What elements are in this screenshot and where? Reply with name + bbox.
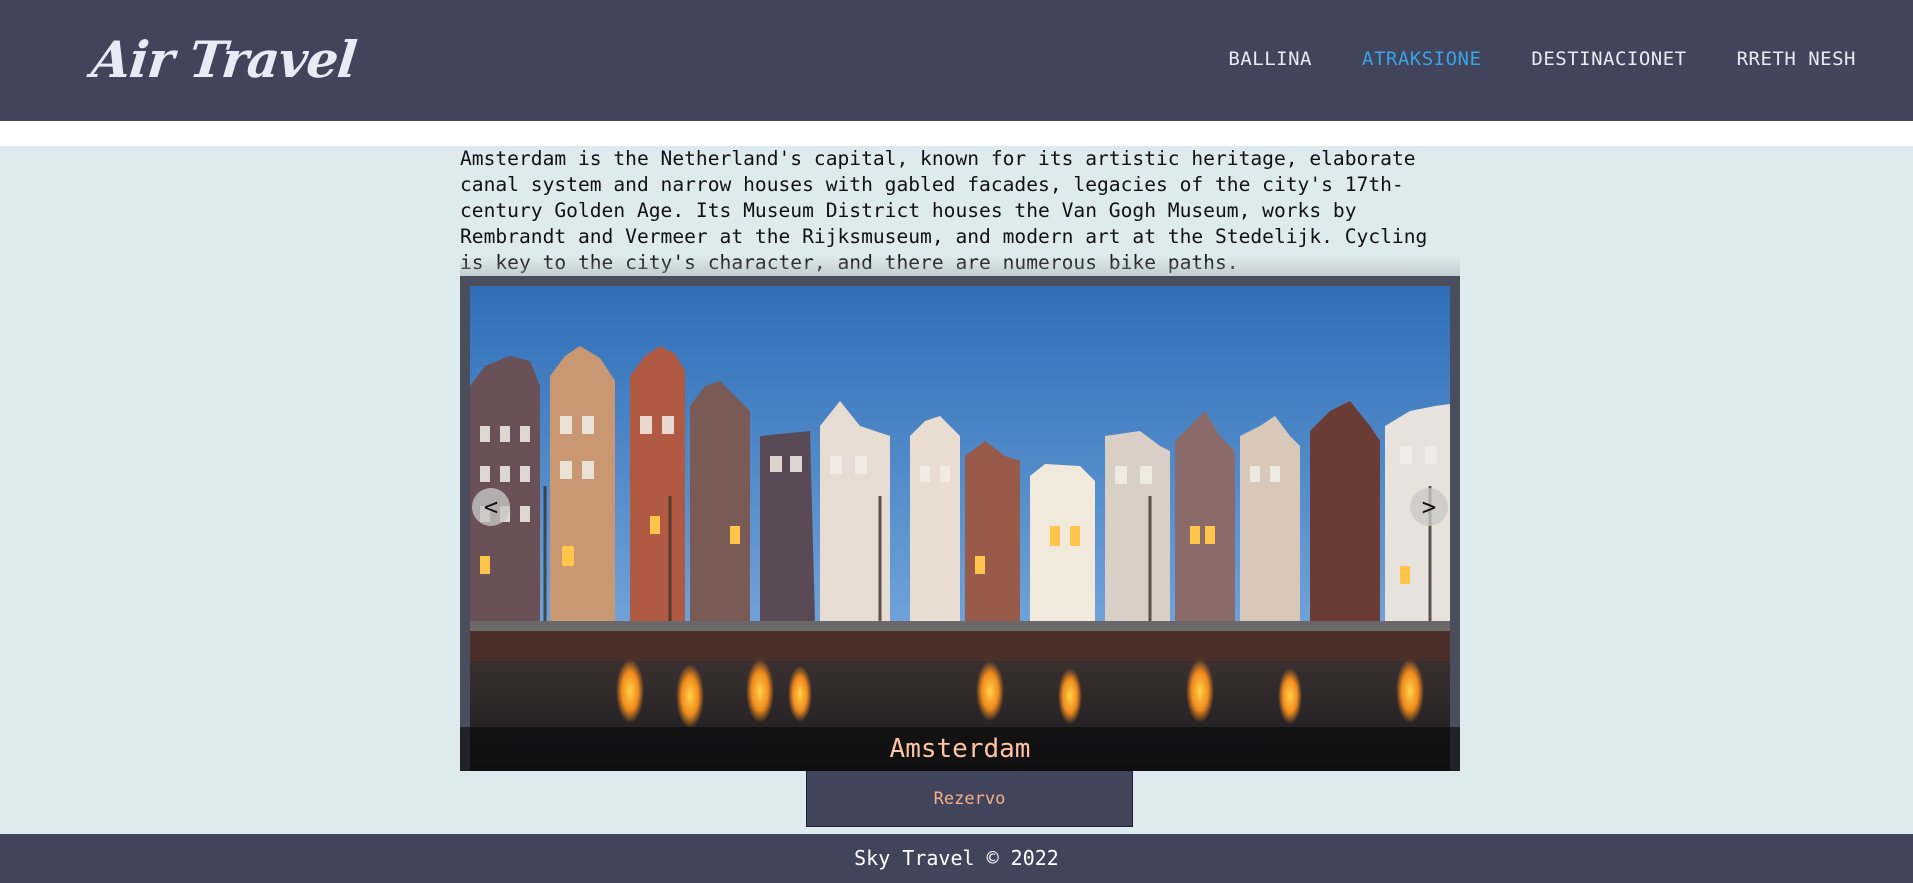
chevron-left-icon: < [483,493,499,521]
site-header: Air Travel BALLINA ATRAKSIONE DESTINACIO… [0,0,1913,121]
slider-next-button[interactable]: > [1410,488,1448,526]
nav-item-rreth-nesh[interactable]: RRETH NESH [1737,48,1856,70]
book-button[interactable]: Rezervo [806,771,1133,827]
slider-caption: Amsterdam [889,734,1031,764]
site-logo[interactable]: Air Travel [89,30,359,89]
nav-item-ballina[interactable]: BALLINA [1228,48,1312,70]
amsterdam-photo [470,286,1450,771]
chevron-right-icon: > [1421,493,1437,521]
main-nav: BALLINA ATRAKSIONE DESTINACIONET RRETH N… [1178,48,1856,70]
image-slider: < > Amsterdam [460,276,1460,771]
site-footer: Sky Travel © 2022 [0,834,1913,883]
nav-item-destinacionet[interactable]: DESTINACIONET [1531,48,1686,70]
header-divider [0,121,1913,146]
nav-item-atraksione[interactable]: ATRAKSIONE [1362,48,1481,70]
footer-copyright: Sky Travel © 2022 [854,846,1059,870]
slider-shadow [460,256,1460,278]
slider-prev-button[interactable]: < [472,488,510,526]
slider-caption-bar: Amsterdam [460,727,1460,771]
